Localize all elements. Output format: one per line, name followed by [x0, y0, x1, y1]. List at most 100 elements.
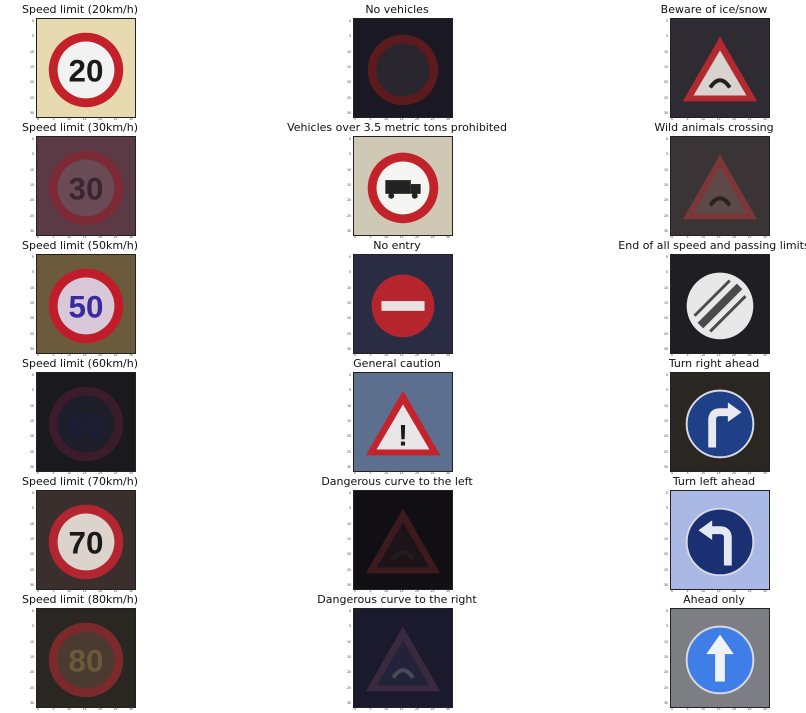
- image-panel: Speed limit (50km/h) 0 5 10 15 20 25 30 50 0 5 10 15…: [10, 239, 150, 357]
- y-tick-label: 25: [29, 449, 34, 454]
- y-tick-label: 10: [346, 285, 351, 290]
- sign-image: [670, 18, 770, 118]
- image-panel: Beware of ice/snow 0 5 10 15 20 25 30 0 5 10 15 20 25…: [644, 3, 784, 121]
- y-tick-label: 30: [346, 346, 351, 351]
- y-tick-labels: 0 5 10 15 20 25 30: [660, 608, 670, 706]
- y-tick-label: 15: [29, 182, 34, 187]
- y-tick-label: 10: [346, 49, 351, 54]
- panel-title: Turn left ahead: [672, 475, 756, 488]
- y-tick-label: 5: [665, 152, 668, 157]
- sign-image: 60: [36, 372, 136, 472]
- y-tick-label: 5: [665, 506, 668, 511]
- panel-title: Turn right ahead: [668, 357, 760, 370]
- y-tick-labels: 0 5 10 15 20 25 30: [26, 608, 36, 706]
- y-tick-label: 25: [346, 449, 351, 454]
- y-tick-label: 25: [29, 685, 34, 690]
- y-tick-label: 5: [31, 152, 34, 157]
- y-tick-label: 0: [31, 255, 34, 259]
- turn-right-sign-icon: [671, 373, 769, 471]
- y-tick-labels: 0 5 10 15 20 25 30: [343, 136, 353, 234]
- speed-limit-sign-icon: 20: [37, 19, 135, 117]
- x-tick-label: 10: [383, 707, 389, 711]
- panel-title: No vehicles: [365, 3, 429, 16]
- y-tick-label: 25: [29, 213, 34, 218]
- y-tick-labels: 0 5 10 15 20 25 30: [343, 608, 353, 706]
- y-tick-label: 5: [348, 388, 351, 393]
- sign-image: [670, 608, 770, 708]
- y-tick-label: 5: [348, 506, 351, 511]
- y-tick-labels: 0 5 10 15 20 25 30: [660, 254, 670, 352]
- y-tick-label: 20: [663, 316, 668, 321]
- image-panel: Dangerous curve to the right 0 5 10 15 20 25 30…: [317, 593, 476, 711]
- y-tick-labels: 0 5 10 15 20 25 30: [343, 18, 353, 116]
- sign-number: 30: [69, 172, 104, 207]
- sign-image: 80: [36, 608, 136, 708]
- y-tick-label: 10: [663, 285, 668, 290]
- y-tick-label: 30: [346, 582, 351, 587]
- y-tick-label: 10: [29, 49, 34, 54]
- panel-title: Wild animals crossing: [654, 121, 774, 134]
- y-tick-label: 0: [31, 609, 34, 613]
- panel-title: General caution: [353, 357, 441, 370]
- panel-title: Speed limit (60km/h): [21, 357, 139, 370]
- x-tick-label: 10: [66, 707, 72, 711]
- image-panel: Speed limit (60km/h) 0 5 10 15 20 25 30 60 0 5 10 15…: [10, 357, 150, 475]
- sign-image: 30: [36, 136, 136, 236]
- y-tick-label: 25: [29, 567, 34, 572]
- x-tick-label: 0: [353, 707, 357, 711]
- wild-animals-warning-sign-icon: [671, 137, 769, 235]
- y-tick-label: 10: [663, 521, 668, 526]
- y-tick-labels: 0 5 10 15 20 25 30: [343, 254, 353, 352]
- y-tick-labels: 0 5 10 15 20 25 30: [660, 136, 670, 234]
- y-tick-label: 20: [29, 434, 34, 439]
- x-tick-label: 25: [113, 707, 118, 711]
- y-tick-label: 30: [346, 700, 351, 705]
- x-tick-label: 30: [128, 707, 134, 711]
- y-tick-label: 30: [29, 346, 34, 351]
- y-tick-label: 25: [346, 213, 351, 218]
- y-tick-label: 30: [346, 110, 351, 115]
- y-tick-label: 0: [665, 19, 668, 23]
- y-tick-label: 30: [663, 464, 668, 469]
- y-tick-label: 5: [348, 34, 351, 39]
- x-tick-label: 20: [414, 707, 420, 711]
- x-tick-label: 30: [762, 707, 768, 711]
- y-tick-label: 0: [31, 373, 34, 377]
- y-tick-label: 0: [348, 137, 351, 141]
- y-tick-label: 5: [348, 624, 351, 629]
- sign-image: [353, 136, 453, 236]
- y-tick-label: 0: [665, 255, 668, 259]
- y-tick-label: 30: [663, 582, 668, 587]
- y-tick-label: 5: [31, 270, 34, 275]
- y-tick-label: 30: [663, 110, 668, 115]
- panel-title: Ahead only: [683, 593, 745, 606]
- y-tick-label: 10: [663, 167, 668, 172]
- y-tick-label: 10: [663, 403, 668, 408]
- y-tick-label: 10: [346, 521, 351, 526]
- sign-image: [670, 372, 770, 472]
- y-tick-label: 25: [663, 685, 668, 690]
- y-tick-label: 5: [31, 388, 34, 393]
- y-tick-label: 15: [663, 654, 668, 659]
- y-tick-label: 0: [31, 491, 34, 495]
- svg-text:!: !: [398, 420, 408, 453]
- y-tick-label: 5: [348, 152, 351, 157]
- y-tick-label: 30: [29, 228, 34, 233]
- y-tick-label: 25: [663, 95, 668, 100]
- y-tick-label: 15: [346, 536, 351, 541]
- speed-limit-sign-icon: 50: [37, 255, 135, 353]
- sign-image: [353, 608, 453, 708]
- y-tick-label: 10: [29, 403, 34, 408]
- y-tick-label: 0: [665, 137, 668, 141]
- ahead-only-sign-icon: [671, 609, 769, 707]
- y-tick-label: 0: [348, 491, 351, 495]
- y-tick-label: 5: [665, 388, 668, 393]
- y-tick-labels: 0 5 10 15 20 25 30: [343, 372, 353, 470]
- y-tick-label: 10: [663, 639, 668, 644]
- panel-title: End of all speed and passing limits: [618, 239, 806, 252]
- sign-number: 60: [69, 408, 104, 443]
- y-tick-label: 5: [665, 34, 668, 39]
- y-tick-label: 25: [29, 95, 34, 100]
- general-caution-sign-icon: !: [354, 373, 452, 471]
- y-tick-label: 10: [29, 639, 34, 644]
